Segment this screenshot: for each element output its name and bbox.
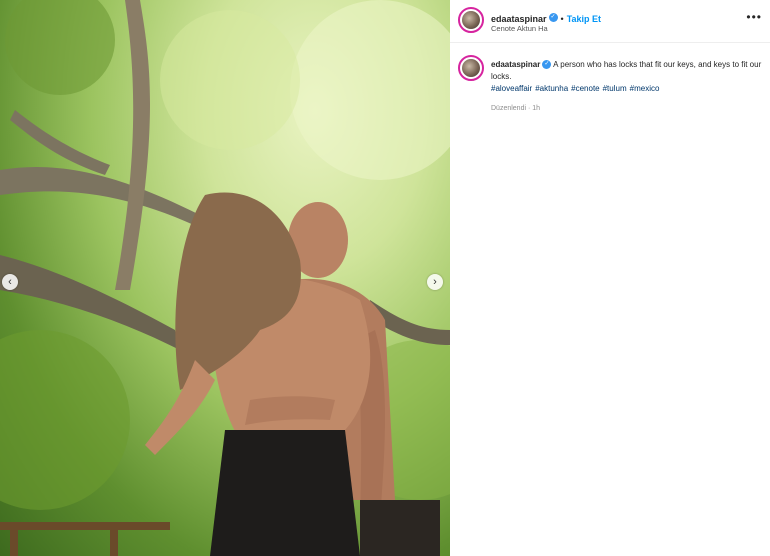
- chevron-left-icon: ‹: [8, 276, 12, 288]
- follow-button[interactable]: Takip Et: [567, 14, 601, 24]
- verified-badge-icon: ✓: [548, 13, 558, 23]
- avatar[interactable]: [458, 7, 484, 33]
- more-options-icon[interactable]: •••: [746, 10, 762, 24]
- caption-username[interactable]: edaataspinar: [491, 60, 540, 69]
- edited-timestamp: Düzenlendi · 1h: [491, 105, 541, 112]
- caption-body: edaataspinar ✓ A person who has locks tha…: [491, 59, 767, 95]
- hashtag-link[interactable]: #cenote: [571, 84, 599, 93]
- post-photo[interactable]: ‹ ›: [0, 0, 450, 556]
- chevron-right-icon: ›: [433, 276, 437, 288]
- location-link[interactable]: Cenote Aktun Ha: [491, 24, 548, 33]
- post-sidebar: edaataspinar ✓ • Takip Et Cenote Aktun Ha •…: [450, 0, 770, 556]
- separator-dot: •: [560, 14, 564, 24]
- photo-illustration: [0, 0, 450, 556]
- caption-avatar[interactable]: [458, 55, 484, 81]
- post-header: edaataspinar ✓ • Takip Et Cenote Aktun Ha •…: [450, 0, 770, 43]
- verified-badge-icon: ✓: [542, 60, 552, 70]
- username-link[interactable]: edaataspinar: [491, 14, 547, 24]
- hashtag-link[interactable]: #aktunha: [535, 84, 568, 93]
- hashtag-list: #aloveaffair #aktunha #cenote #tulum #mexico: [491, 83, 767, 95]
- carousel-prev-button[interactable]: ‹: [2, 274, 18, 290]
- hashtag-link[interactable]: #tulum: [603, 84, 627, 93]
- hashtag-link[interactable]: #mexico: [630, 84, 660, 93]
- hashtag-link[interactable]: #aloveaffair: [491, 84, 532, 93]
- carousel-next-button[interactable]: ›: [427, 274, 443, 290]
